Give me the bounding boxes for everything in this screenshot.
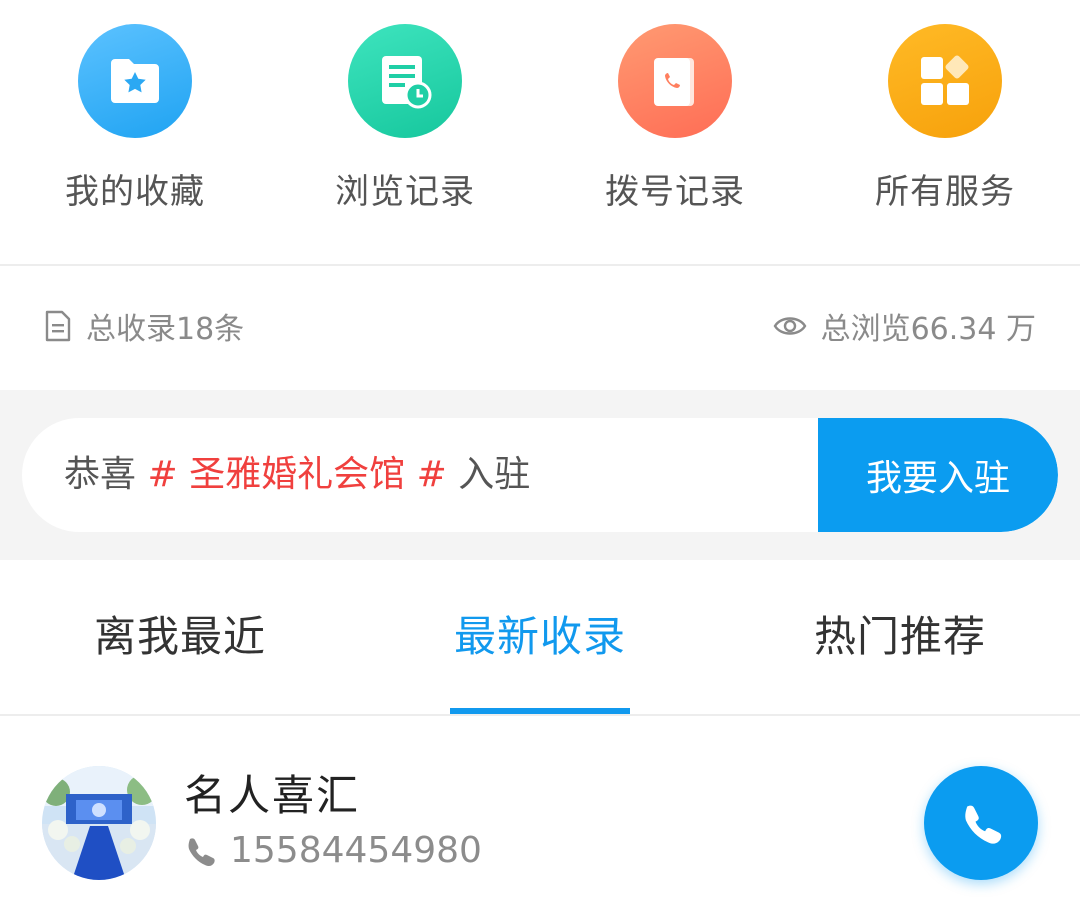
document-clock-icon — [348, 24, 462, 138]
announcement-banner: 恭喜 # 圣雅婚礼会馆 # 入驻 我要入驻 — [22, 418, 1058, 532]
announcement-text: 恭喜 # 圣雅婚礼会馆 # 入驻 — [64, 418, 530, 532]
my-favorites-entry[interactable]: 我的收藏 — [0, 24, 270, 213]
total-records-stat: 总收录18条 — [44, 304, 244, 348]
listing-name: 名人喜汇 — [184, 771, 361, 820]
my-favorites-label: 我的收藏 — [65, 172, 205, 212]
hash-open: # — [147, 454, 178, 495]
hash-close: # — [416, 454, 447, 495]
tab-nearest[interactable]: 离我最近 — [0, 560, 360, 714]
announcement-venue: 圣雅婚礼会馆 — [189, 454, 406, 495]
eye-icon — [773, 317, 806, 335]
folder-star-icon — [78, 24, 192, 138]
browse-history-label: 浏览记录 — [335, 172, 475, 212]
listing-phone: 15584454980 — [184, 830, 482, 871]
total-views-text: 总浏览66.34 万 — [820, 312, 1036, 347]
browse-history-entry[interactable]: 浏览记录 — [270, 24, 540, 213]
phone-call-icon — [965, 805, 1002, 844]
quick-entry-grid: 我的收藏 浏览记录 拨号记录 所有服务 — [0, 0, 1080, 264]
phone-icon — [188, 837, 215, 866]
listing-phone-number: 15584454980 — [230, 830, 482, 871]
all-services-label: 所有服务 — [875, 172, 1015, 212]
announcement-suffix: 入驻 — [458, 454, 531, 495]
call-button[interactable] — [924, 766, 1038, 880]
document-icon — [45, 310, 71, 342]
all-services-entry[interactable]: 所有服务 — [810, 24, 1080, 213]
phone-book-icon — [618, 24, 732, 138]
category-tabs: 离我最近 最新收录 热门推荐 — [0, 560, 1080, 714]
call-history-label: 拨号记录 — [605, 172, 745, 212]
avatar — [42, 766, 156, 880]
total-views-stat: 总浏览66.34 万 — [773, 304, 1036, 348]
tab-latest[interactable]: 最新收录 — [360, 560, 720, 714]
tab-popular[interactable]: 热门推荐 — [720, 560, 1080, 714]
announcement-prefix: 恭喜 — [64, 454, 137, 495]
stats-bar: 总收录18条 总浏览66.34 万 — [0, 266, 1080, 390]
list-item[interactable]: 名人喜汇 15584454980 — [0, 716, 1080, 912]
join-button[interactable]: 我要入驻 — [818, 418, 1058, 532]
announcement-section: 恭喜 # 圣雅婚礼会馆 # 入驻 我要入驻 — [0, 390, 1080, 560]
total-records-text: 总收录18条 — [86, 312, 245, 347]
grid-apps-icon — [888, 24, 1002, 138]
call-history-entry[interactable]: 拨号记录 — [540, 24, 810, 213]
